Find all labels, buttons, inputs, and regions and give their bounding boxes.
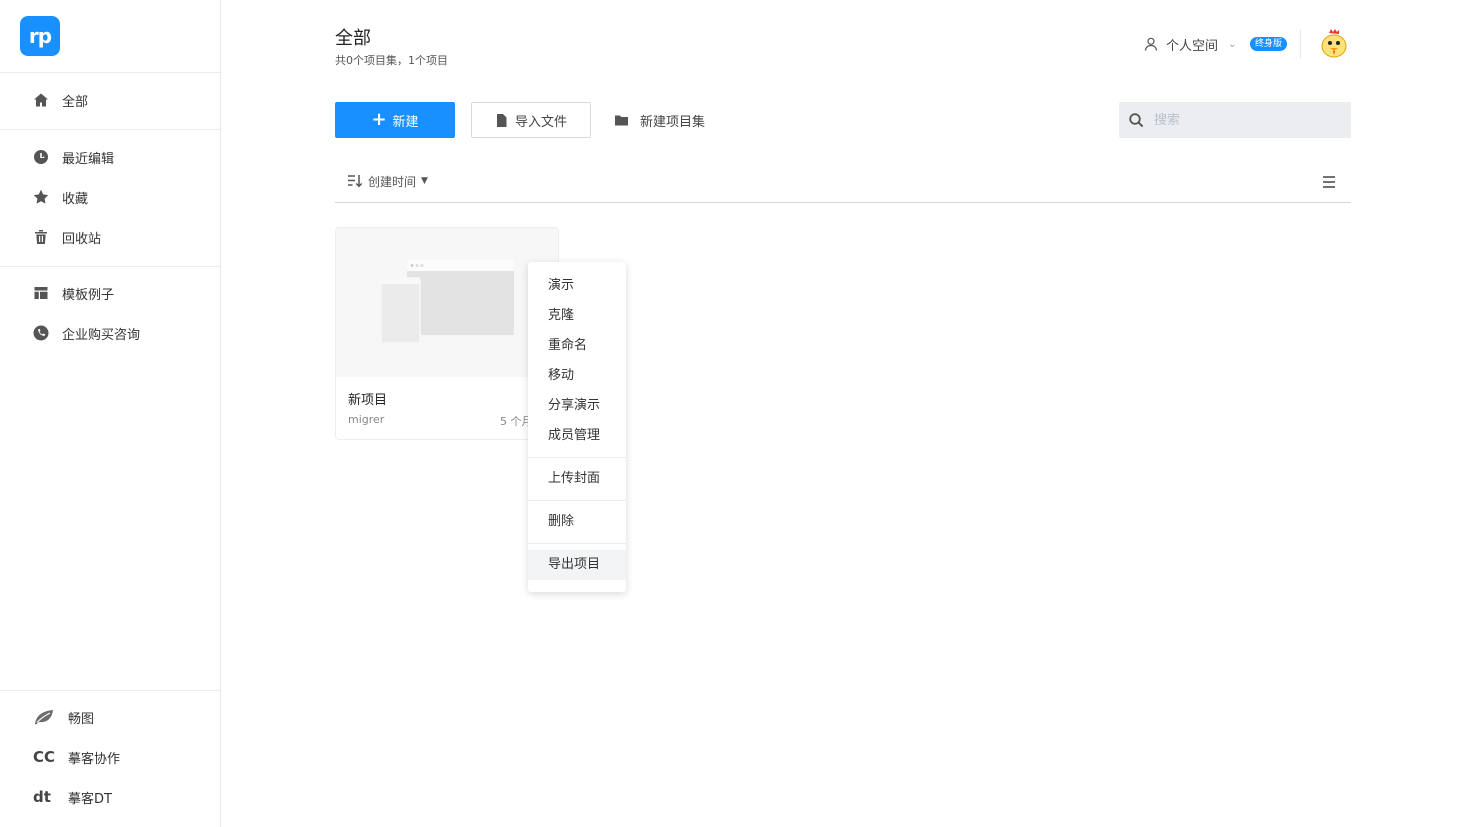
sidebar-divider bbox=[0, 690, 220, 691]
content-divider bbox=[335, 202, 1351, 203]
menu-item-rename[interactable]: 重命名 bbox=[528, 331, 626, 361]
star-icon bbox=[33, 189, 49, 205]
menu-divider bbox=[528, 543, 626, 544]
list-icon bbox=[1323, 176, 1335, 188]
product-item-label: 摹客协作 bbox=[68, 751, 121, 767]
menu-item-share-presentation[interactable]: 分享演示 bbox=[528, 391, 626, 421]
new-folder-label: 新建项目集 bbox=[640, 114, 706, 130]
sidebar-item-label: 收藏 bbox=[62, 191, 89, 207]
clock-icon bbox=[33, 149, 49, 165]
import-file-button[interactable]: 导入文件 bbox=[471, 102, 591, 138]
trash-icon bbox=[33, 229, 49, 245]
product-item-label: 畅图 bbox=[68, 711, 95, 727]
home-icon bbox=[33, 92, 49, 108]
product-item-changtu[interactable]: 畅图 bbox=[0, 699, 220, 735]
new-button-label: 新建 bbox=[392, 114, 419, 130]
sidebar-item-favorites[interactable]: 收藏 bbox=[0, 179, 220, 215]
menu-divider bbox=[528, 457, 626, 458]
menu-item-export[interactable]: 导出项目 bbox=[528, 550, 626, 580]
sidebar-item-label: 最近编辑 bbox=[62, 151, 115, 167]
sort-icon bbox=[348, 175, 363, 188]
sidebar: rp 全部 最近编辑 收藏 回收站 模板例子 企业购买咨询 畅图 CC 摹客协作… bbox=[0, 0, 221, 827]
new-folder-button[interactable]: 新建项目集 bbox=[615, 102, 705, 138]
avatar[interactable] bbox=[1318, 27, 1350, 59]
project-card[interactable]: 新项目 migrer 5 个月 bbox=[335, 227, 559, 440]
search-box[interactable] bbox=[1119, 102, 1351, 138]
sidebar-item-label: 企业购买咨询 bbox=[62, 327, 141, 343]
search-icon bbox=[1129, 112, 1144, 127]
project-title: 新项目 bbox=[348, 393, 388, 408]
product-item-label: 摹客DT bbox=[68, 791, 112, 807]
menu-item-present[interactable]: 演示 bbox=[528, 271, 626, 301]
plus-icon: + bbox=[371, 109, 387, 130]
sort-dropdown[interactable]: 创建时间 ▼ bbox=[347, 172, 428, 190]
search-input[interactable] bbox=[1154, 112, 1334, 128]
sidebar-item-all[interactable]: 全部 bbox=[0, 82, 220, 118]
folder-icon bbox=[615, 115, 628, 125]
dt-icon: dt bbox=[33, 788, 51, 806]
menu-item-upload-cover[interactable]: 上传封面 bbox=[528, 464, 626, 494]
menu-divider bbox=[528, 500, 626, 501]
new-button[interactable]: + 新建 bbox=[335, 102, 455, 138]
context-menu: 演示 克隆 重命名 移动 分享演示 成员管理 上传封面 删除 导出项目 bbox=[528, 262, 626, 592]
plan-badge: 终身版 bbox=[1250, 37, 1288, 51]
space-switcher[interactable]: 个人空间 ⌄ bbox=[1144, 34, 1236, 54]
app-logo[interactable]: rp bbox=[20, 16, 60, 56]
leaf-icon bbox=[33, 709, 55, 725]
sidebar-divider bbox=[0, 129, 220, 130]
phone-icon bbox=[33, 325, 49, 341]
sidebar-item-label: 回收站 bbox=[62, 231, 102, 247]
template-icon bbox=[33, 285, 49, 301]
cc-icon: CC bbox=[33, 748, 56, 766]
sidebar-item-templates[interactable]: 模板例子 bbox=[0, 275, 220, 311]
project-thumbnail bbox=[336, 228, 558, 377]
project-owner: migrer bbox=[348, 413, 385, 426]
product-item-mockplus-cc[interactable]: CC 摹客协作 bbox=[0, 739, 220, 775]
product-item-mockplus-dt[interactable]: dt 摹客DT bbox=[0, 779, 220, 815]
sidebar-divider bbox=[0, 266, 220, 267]
sidebar-item-trash[interactable]: 回收站 bbox=[0, 219, 220, 255]
list-view-toggle[interactable] bbox=[1321, 174, 1337, 190]
page-title: 全部 bbox=[335, 28, 371, 49]
sidebar-item-label: 模板例子 bbox=[62, 287, 115, 303]
sidebar-item-recent[interactable]: 最近编辑 bbox=[0, 139, 220, 175]
chevron-down-icon: ▼ bbox=[421, 176, 428, 186]
sidebar-divider bbox=[0, 72, 220, 73]
import-button-label: 导入文件 bbox=[514, 114, 567, 130]
menu-item-members[interactable]: 成员管理 bbox=[528, 421, 626, 451]
space-label: 个人空间 bbox=[1166, 38, 1219, 54]
header-divider bbox=[1300, 30, 1301, 58]
menu-item-delete[interactable]: 删除 bbox=[528, 507, 626, 537]
sidebar-item-enterprise[interactable]: 企业购买咨询 bbox=[0, 315, 220, 351]
sort-label: 创建时间 bbox=[368, 174, 417, 189]
file-icon bbox=[496, 113, 507, 127]
placeholder-thumbnail-icon bbox=[380, 260, 514, 344]
menu-item-move[interactable]: 移动 bbox=[528, 361, 626, 391]
sidebar-item-label: 全部 bbox=[62, 94, 89, 110]
chevron-down-icon: ⌄ bbox=[1228, 38, 1237, 50]
page-subtitle: 共0个项目集，1个项目 bbox=[335, 54, 448, 67]
user-icon bbox=[1144, 37, 1158, 51]
menu-item-clone[interactable]: 克隆 bbox=[528, 301, 626, 331]
